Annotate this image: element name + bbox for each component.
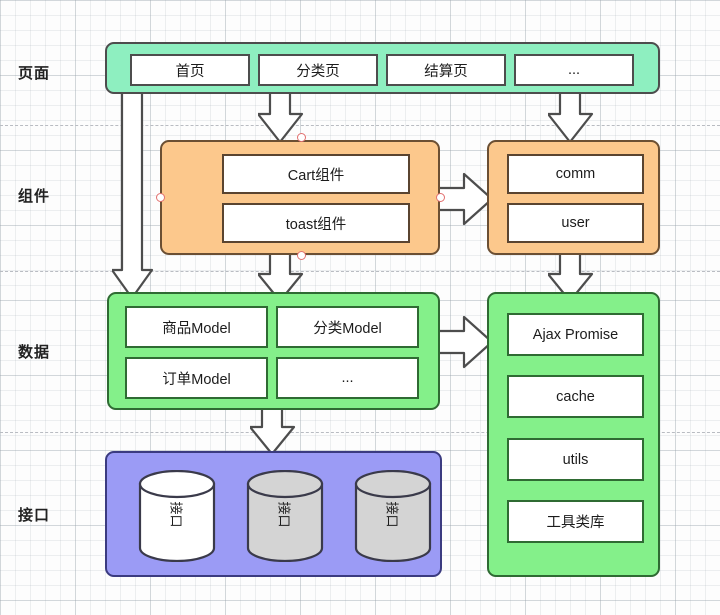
library-box-utils[interactable]: utils — [507, 438, 644, 481]
data-box-more[interactable]: ... — [276, 357, 419, 399]
component-box-comm[interactable]: comm — [507, 154, 644, 194]
group-interface[interactable]: 接口 接口 接口 — [105, 451, 442, 577]
page-box-home[interactable]: 首页 — [130, 54, 250, 86]
lane-separator-2 — [0, 271, 720, 272]
component-box-cart[interactable]: Cart组件 — [222, 154, 410, 194]
lane-label-interface: 接口 — [18, 507, 51, 524]
interface-cylinder-label-1: 接口 — [168, 501, 184, 528]
lane-label-pages: 页面 — [18, 65, 51, 82]
lane-separator-1 — [0, 125, 720, 126]
group-library-right[interactable]: Ajax Promise cache utils 工具类库 — [487, 292, 660, 577]
page-box-category[interactable]: 分类页 — [258, 54, 378, 86]
data-box-product-model[interactable]: 商品Model — [125, 306, 268, 348]
interface-cylinder-label-3: 接口 — [384, 501, 400, 528]
library-box-cache[interactable]: cache — [507, 375, 644, 418]
arrow-pages-to-data-down — [112, 90, 154, 300]
page-box-more[interactable]: ... — [514, 54, 634, 86]
group-components-left[interactable]: Cart组件 toast组件 — [160, 140, 440, 255]
arrow-pages-to-comm-down — [548, 90, 594, 144]
library-box-ajax-promise[interactable]: Ajax Promise — [507, 313, 644, 356]
lane-label-data: 数据 — [18, 344, 51, 361]
connector-dot-top[interactable] — [297, 133, 306, 142]
connector-dot-left[interactable] — [156, 193, 165, 202]
group-pages[interactable]: 首页 分类页 结算页 ... — [105, 42, 660, 94]
data-box-category-model[interactable]: 分类Model — [276, 306, 419, 348]
diagram-canvas: 页面 组件 数据 接口 首页 分类页 结算页 ... Cart组件 toast组… — [0, 0, 720, 615]
component-box-toast[interactable]: toast组件 — [222, 203, 410, 243]
connector-dot-right[interactable] — [436, 193, 445, 202]
arrow-data-to-interface-down — [250, 405, 296, 456]
group-data-left[interactable]: 商品Model 分类Model 订单Model ... — [107, 292, 440, 410]
page-box-checkout[interactable]: 结算页 — [386, 54, 506, 86]
lane-label-components: 组件 — [18, 188, 51, 205]
group-components-right[interactable]: comm user — [487, 140, 660, 255]
data-box-order-model[interactable]: 订单Model — [125, 357, 268, 399]
component-box-user[interactable]: user — [507, 203, 644, 243]
connector-dot-bottom[interactable] — [297, 251, 306, 260]
interface-cylinder-label-2: 接口 — [276, 501, 292, 528]
library-box-toolkit[interactable]: 工具类库 — [507, 500, 644, 543]
